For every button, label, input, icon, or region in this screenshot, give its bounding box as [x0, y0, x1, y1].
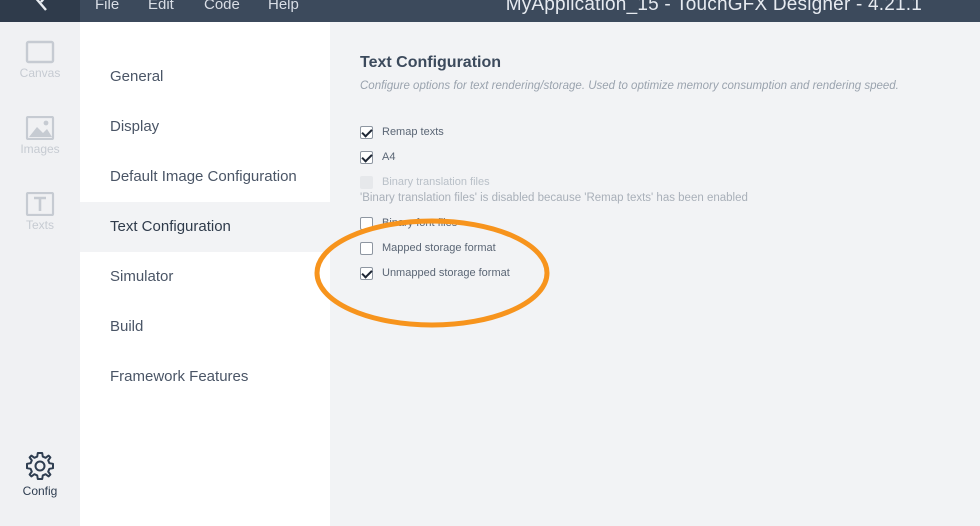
option-label: Binary translation files: [382, 176, 490, 188]
rail-label-config: Config: [22, 484, 58, 498]
option-remap-texts[interactable]: Remap texts: [360, 124, 444, 140]
menu-edit[interactable]: Edit: [148, 0, 174, 13]
option-unmapped-storage-format[interactable]: Unmapped storage format: [360, 265, 510, 281]
rail-item-canvas[interactable]: Canvas: [0, 40, 80, 80]
section-title: Text Configuration: [360, 54, 502, 71]
texts-icon: [25, 192, 55, 216]
rail-item-config[interactable]: Config: [0, 450, 80, 498]
disabled-note: 'Binary translation files' is disabled b…: [360, 192, 748, 204]
option-label: Binary font files: [382, 217, 458, 229]
rail-label-canvas: Canvas: [19, 66, 61, 80]
left-rail: Canvas Images Texts Config: [0, 22, 80, 526]
binary-translation-files-checkbox: [360, 175, 373, 189]
rail-item-images[interactable]: Images: [0, 116, 80, 156]
rail-item-texts[interactable]: Texts: [0, 192, 80, 232]
touchgfx-logo-icon: [35, 0, 47, 11]
option-binary-translation-files: Binary translation files: [360, 174, 490, 190]
rail-label-texts: Texts: [25, 218, 54, 232]
rail-label-images: Images: [20, 142, 60, 156]
option-binary-font-files[interactable]: Binary font files: [360, 215, 457, 231]
nav-item-framework-features[interactable]: Framework Features: [80, 352, 330, 402]
window-title: MyApplication_15 - TouchGFX Designer - 4…: [505, 0, 922, 15]
remap-texts-checkbox[interactable]: [360, 125, 373, 139]
nav-item-simulator[interactable]: Simulator: [80, 252, 330, 302]
option-label: Mapped storage format: [382, 242, 496, 254]
menu-file[interactable]: File: [95, 0, 119, 13]
nav-item-general[interactable]: General: [80, 52, 330, 102]
images-icon: [25, 116, 55, 140]
nav-item-display[interactable]: Display: [80, 102, 330, 152]
mapped-storage-format-checkbox[interactable]: [360, 241, 373, 255]
menu-help[interactable]: Help: [268, 0, 299, 13]
nav-item-default-image-configuration[interactable]: Default Image Configuration: [80, 152, 330, 202]
unmapped-storage-format-checkbox[interactable]: [360, 266, 373, 280]
gear-icon: [26, 452, 54, 480]
nav-item-build[interactable]: Build: [80, 302, 330, 352]
menu-bar: File Edit Code Help MyApplication_15 - T…: [0, 0, 980, 22]
option-label: Remap texts: [382, 126, 444, 138]
binary-font-files-checkbox[interactable]: [360, 216, 373, 230]
canvas-icon: [25, 40, 55, 64]
nav-item-text-configuration[interactable]: Text Configuration: [80, 202, 330, 252]
option-label: A4: [382, 151, 396, 163]
app-logo: [0, 0, 80, 22]
option-a4[interactable]: A4: [360, 149, 395, 165]
settings-panel: Text Configuration Configure options for…: [330, 22, 980, 526]
option-label: Unmapped storage format: [382, 267, 510, 279]
menu-code[interactable]: Code: [204, 0, 240, 13]
config-nav: General Display Default Image Configurat…: [80, 22, 330, 526]
a4-checkbox[interactable]: [360, 150, 373, 164]
option-mapped-storage-format[interactable]: Mapped storage format: [360, 240, 496, 256]
section-description: Configure options for text rendering/sto…: [360, 80, 899, 92]
